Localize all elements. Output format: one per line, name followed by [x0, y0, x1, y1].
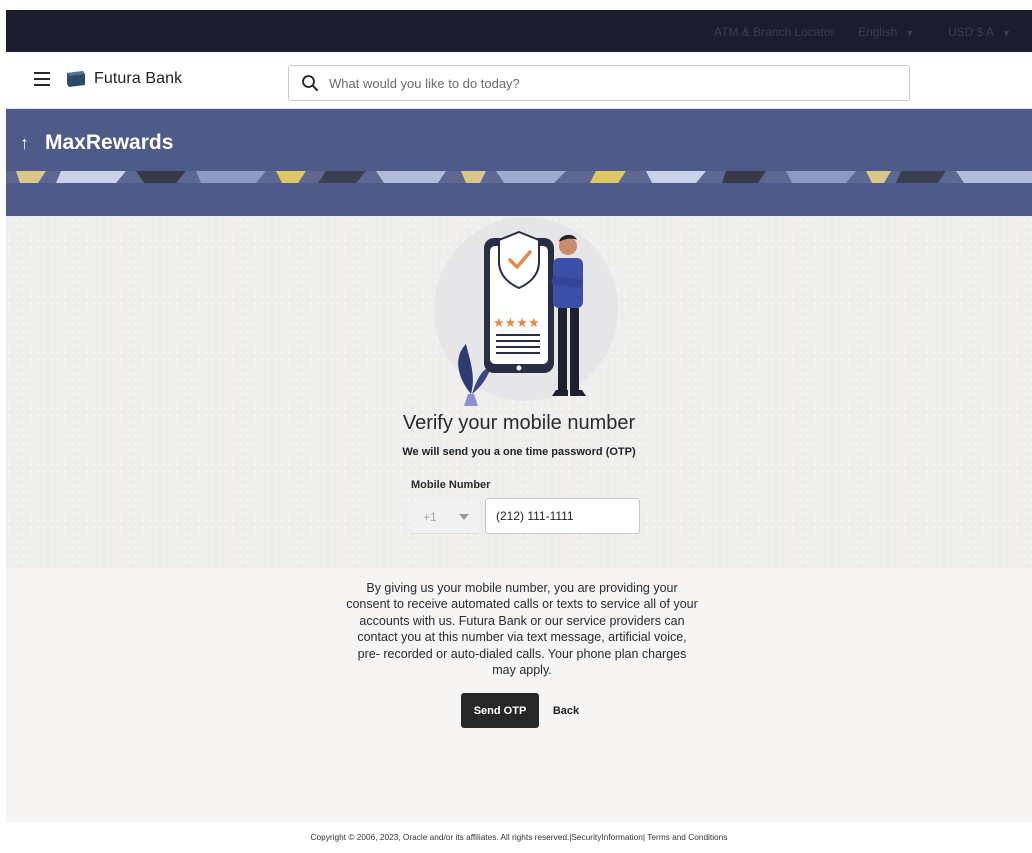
terms-and-conditions-link[interactable]: Terms and Conditions	[647, 832, 727, 842]
verify-heading: Verify your mobile number	[402, 412, 636, 434]
country-code-select[interactable]: +1	[411, 500, 479, 534]
verify-subtitle: We will send you a one time password (OT…	[402, 446, 636, 458]
country-code-value: +1	[423, 509, 437, 524]
hamburger-menu-icon[interactable]	[34, 72, 50, 86]
futura-bank-logo-icon	[67, 71, 85, 87]
utility-bar: ATM & Branch Locator English ▼ USD $ A ▼	[6, 10, 1032, 52]
copyright-text: Copyright © 2006, 2023, Oracle and/or it…	[310, 832, 570, 842]
language-selector[interactable]: English ▼	[858, 25, 914, 39]
currency-selector[interactable]: USD $ A ▼	[948, 25, 1011, 39]
mobile-number-input[interactable]	[485, 498, 640, 534]
brand-logo[interactable]: Futura Bank	[66, 70, 182, 88]
back-button[interactable]: Back	[546, 693, 586, 728]
send-otp-button[interactable]: Send OTP	[461, 693, 539, 728]
search-input[interactable]	[329, 75, 889, 91]
language-label: English	[858, 25, 898, 39]
banner-title-group: ↑ MaxRewards	[20, 131, 173, 155]
chevron-down-icon: ▼	[905, 28, 915, 38]
page-banner: ↑ MaxRewards	[6, 109, 1032, 216]
page-footer: Copyright © 2006, 2023, Oracle and/or it…	[6, 822, 1032, 853]
svg-text:★★★★: ★★★★	[493, 316, 540, 331]
page-title: MaxRewards	[45, 131, 174, 154]
security-information-link[interactable]: SecurityInformation	[571, 832, 642, 842]
mobile-number-label: Mobile Number	[411, 479, 491, 491]
chevron-down-icon	[458, 513, 469, 520]
banner-pattern	[6, 171, 1032, 183]
phone-security-illustration: ★★★★	[434, 217, 618, 406]
search-icon	[302, 75, 318, 91]
atm-branch-locator-link[interactable]: ATM & Branch Locator	[714, 25, 835, 39]
search-bar[interactable]	[288, 65, 910, 101]
up-arrow-icon[interactable]: ↑	[20, 133, 29, 154]
chevron-down-icon: ▼	[1002, 28, 1011, 38]
app-header: Futura Bank	[6, 52, 1032, 109]
currency-label: USD $ A	[948, 25, 995, 39]
brand-name: Futura Bank	[94, 70, 183, 87]
consent-text: By giving us your mobile number, you are…	[346, 581, 698, 678]
app-frame: ATM & Branch Locator English ▼ USD $ A ▼ F…	[6, 10, 1032, 853]
